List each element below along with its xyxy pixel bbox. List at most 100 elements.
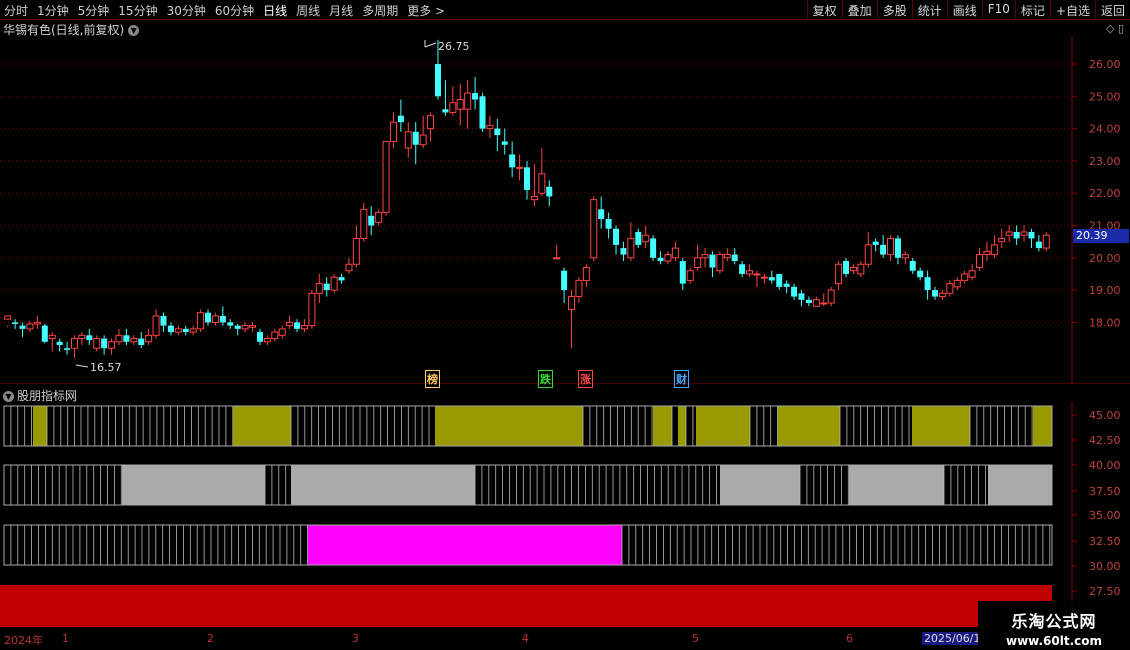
candle-body	[308, 292, 316, 327]
period-tab-5[interactable]: 60分钟	[215, 2, 254, 19]
candle-body	[768, 277, 775, 281]
candle-body	[26, 323, 34, 330]
period-tab-6[interactable]: 日线	[263, 2, 287, 19]
toolbar-action-0[interactable]: 复权	[806, 0, 842, 19]
candle-body	[968, 270, 976, 278]
candle-body	[538, 173, 546, 194]
candle-body	[434, 64, 441, 97]
period-tab-7[interactable]: 周线	[296, 2, 320, 19]
candle-body	[880, 244, 887, 255]
toolbar-action-4[interactable]: 画线	[946, 0, 982, 19]
candle-body	[1035, 241, 1042, 249]
candle-body	[256, 332, 263, 342]
candle-body	[701, 254, 709, 259]
month-label: 2	[207, 632, 214, 645]
event-marker[interactable]: 榜	[425, 370, 440, 388]
toolbar-action-1[interactable]: 叠加	[841, 0, 877, 19]
indicator-segment-on	[678, 406, 686, 446]
indicator-tick-label: 37.50	[1089, 485, 1121, 498]
candle-body	[924, 277, 931, 291]
candle-body	[345, 263, 353, 272]
month-label: 5	[692, 632, 699, 645]
candle-body	[227, 322, 234, 326]
candle-body	[686, 270, 694, 281]
candle-body	[1042, 234, 1050, 249]
candle-body	[760, 276, 768, 279]
y-tick-label: 22.00	[1089, 187, 1121, 200]
candle-body	[798, 293, 805, 300]
candle-body	[976, 254, 984, 268]
event-marker[interactable]: 财	[674, 370, 689, 388]
candle-body	[19, 325, 26, 329]
candle-body	[582, 266, 590, 281]
candle-body	[753, 273, 761, 276]
stock-title-text: 华锡有色(日线,前复权)	[3, 23, 125, 37]
period-tab-3[interactable]: 15分钟	[118, 2, 157, 19]
high-label: 26.75	[438, 40, 470, 53]
period-tab-9[interactable]: 多周期	[362, 2, 398, 19]
period-tab-8[interactable]: 月线	[329, 2, 353, 19]
candle-body	[456, 99, 464, 110]
candle-body	[932, 290, 939, 297]
indicator-segment-on	[912, 406, 970, 446]
y-tick-label: 25.00	[1089, 90, 1121, 103]
candle-body	[12, 322, 19, 325]
candlestick-chart[interactable]: 26.0025.0024.0023.0022.0021.0020.0019.00…	[0, 36, 1130, 384]
candle-body	[479, 96, 486, 129]
candle-body	[694, 257, 702, 268]
candle-body	[442, 109, 449, 113]
indicator-segment-on	[696, 406, 750, 446]
candle-body	[842, 261, 849, 274]
candle-body	[546, 186, 553, 197]
period-tab-10[interactable]: 更多 >	[407, 2, 445, 19]
current-date-label: 2025/06/1	[922, 632, 983, 645]
indicator-tick-label: 32.50	[1089, 535, 1121, 548]
candle-body	[78, 334, 86, 340]
period-tab-2[interactable]: 5分钟	[78, 2, 110, 19]
candle-body	[590, 199, 598, 259]
candle-body	[731, 254, 738, 262]
toolbar-action-5[interactable]: F10	[981, 0, 1015, 19]
candle-body	[152, 315, 160, 336]
candle-body	[1028, 231, 1035, 239]
chevron-down-icon[interactable]: ▼	[3, 391, 14, 402]
period-tab-0[interactable]: 分时	[4, 2, 28, 19]
indicator-segment-on	[778, 406, 840, 446]
candle-body	[167, 325, 174, 333]
arrow-icon	[424, 40, 437, 48]
candle-body	[108, 341, 116, 349]
period-tab-4[interactable]: 30分钟	[167, 2, 206, 19]
window-icon[interactable]: ▯	[1118, 22, 1124, 35]
indicator-segment-on	[0, 585, 1052, 627]
toolbar-action-3[interactable]: 统计	[911, 0, 947, 19]
indicator-segment-on	[849, 465, 944, 505]
candle-body	[827, 289, 835, 304]
indicator-title-text: 股朋指标网	[17, 389, 78, 403]
candle-body	[776, 273, 783, 287]
candle-body	[189, 328, 197, 333]
y-tick-label: 19.00	[1089, 284, 1121, 297]
candle-body	[716, 254, 724, 272]
toolbar-action-7[interactable]: +自选	[1049, 0, 1095, 19]
toolbar-action-8[interactable]: 返回	[1094, 0, 1130, 19]
candle-body	[783, 283, 790, 287]
candle-body	[271, 331, 279, 340]
event-marker[interactable]: 涨	[578, 370, 593, 388]
candle-body	[524, 167, 530, 190]
indicator-chart[interactable]: 45.00 42.50 40.00 37.50 35.00 32.50 30.00 27.50	[0, 402, 1130, 631]
event-marker[interactable]: 跌	[538, 370, 553, 388]
candle-body	[368, 215, 375, 226]
period-tab-1[interactable]: 1分钟	[37, 2, 69, 19]
candle-body	[739, 264, 746, 274]
candle-body	[375, 212, 383, 223]
candle-body	[486, 124, 494, 130]
candle-body	[635, 231, 642, 245]
y-tick-label: 23.00	[1089, 155, 1121, 168]
toolbar-action-2[interactable]: 多股	[876, 0, 912, 19]
chevron-down-icon[interactable]: ▼	[128, 25, 140, 36]
toolbar-action-6[interactable]: 标记	[1014, 0, 1050, 19]
candle-body	[197, 312, 205, 330]
diamond-icon[interactable]: ◇	[1106, 22, 1114, 35]
candle-body	[419, 134, 427, 146]
candle-body	[464, 92, 472, 110]
